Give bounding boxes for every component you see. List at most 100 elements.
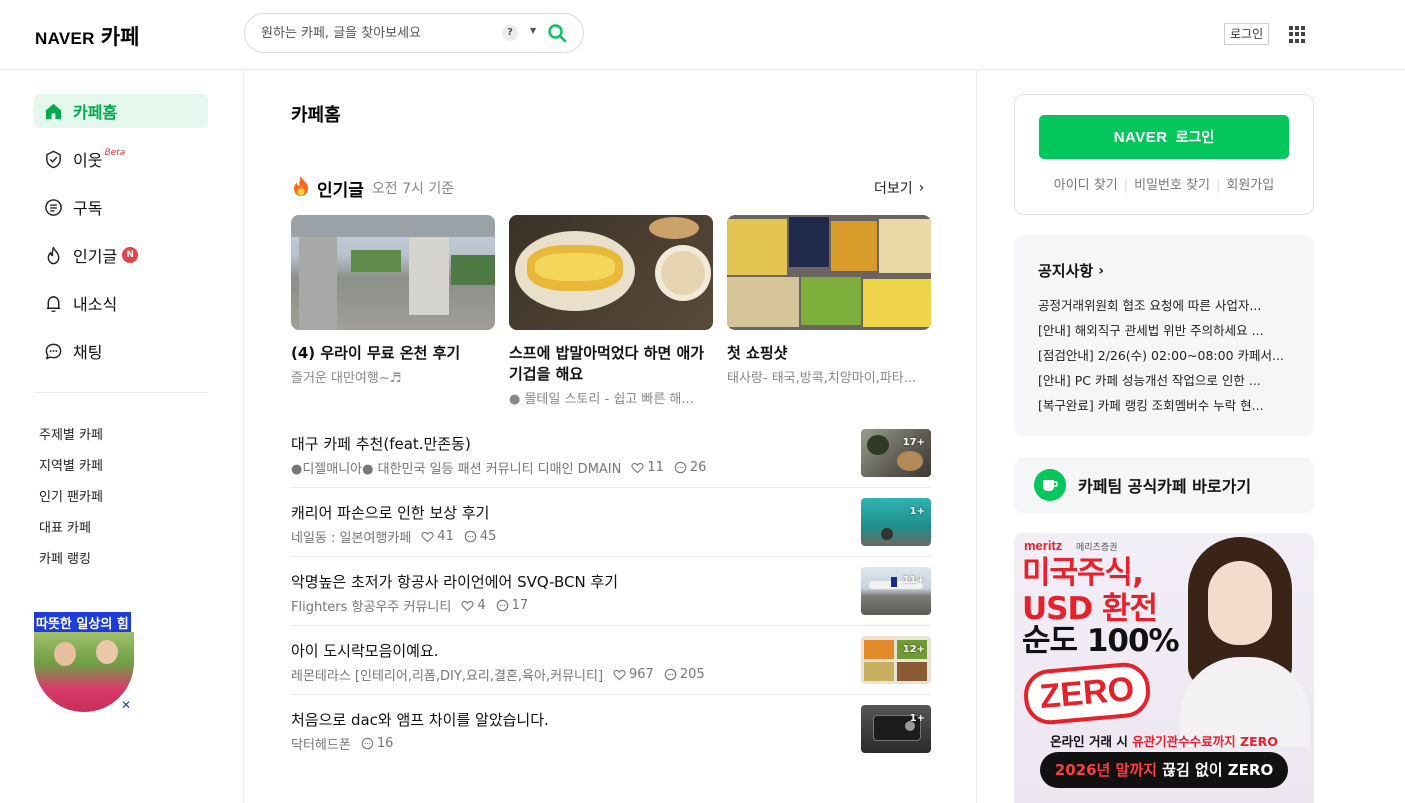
heart-icon bbox=[631, 462, 644, 473]
link-fan-cafes[interactable]: 인기 팬카페 bbox=[39, 486, 103, 505]
sidebar-ad-label[interactable]: 따뜻한 일상의 힘 bbox=[34, 612, 131, 633]
naver-cafe-logo[interactable]: NAVER 카페 bbox=[35, 21, 139, 51]
comment-icon bbox=[674, 461, 687, 474]
link-featured-cafes[interactable]: 대표 카페 bbox=[39, 517, 91, 536]
article-title[interactable]: 처음으로 dac와 앰프 차이를 알았습니다. bbox=[291, 709, 549, 730]
image-count: 1+ bbox=[909, 713, 925, 724]
like-count: 41 bbox=[421, 529, 454, 544]
sidebar-ad-image[interactable] bbox=[34, 632, 134, 712]
heart-icon bbox=[613, 669, 626, 680]
ad-brand-sub: 메리츠증권 bbox=[1076, 543, 1118, 553]
card-title[interactable]: (4) 우라이 무료 온천 후기 bbox=[291, 343, 495, 364]
article-thumbnail[interactable]: 11+ bbox=[861, 567, 931, 615]
ad-pill-rest: 끊김 없이 ZERO bbox=[1156, 761, 1274, 779]
article-thumbnail[interactable]: 1+ bbox=[861, 705, 931, 753]
article-row[interactable]: 처음으로 dac와 앰프 차이를 알았습니다. 닥터헤드폰 16 1+ bbox=[291, 695, 931, 764]
notice-item[interactable]: [복구완료] 카페 랭킹 조회멤버수 누락 현... bbox=[1038, 395, 1290, 414]
nav-my-news[interactable]: 내소식 bbox=[34, 286, 208, 320]
nav-subscribe[interactable]: 구독 bbox=[34, 190, 208, 224]
ad-pill: 2026년 말까지 끊김 없이 ZERO bbox=[1040, 752, 1288, 788]
article-thumbnail[interactable]: 1+ bbox=[861, 498, 931, 546]
card-thumbnail[interactable] bbox=[509, 215, 713, 330]
ad-zero-badge: ZERO bbox=[1021, 660, 1153, 727]
article-row[interactable]: 아이 도시락모음이예요. 레몬테라스 [인테리어,리폼,DIY,요리,결혼,육아… bbox=[291, 626, 931, 695]
notice-title[interactable]: 공지사항 › bbox=[1038, 260, 1104, 281]
apps-grid-icon[interactable] bbox=[1289, 26, 1306, 43]
article-title[interactable]: 대구 카페 추천(feat.만존동) bbox=[291, 433, 471, 454]
article-meta: 네일동 : 일본여행카페 41 45 bbox=[291, 527, 496, 546]
notice-item[interactable]: [안내] PC 카페 성능개선 작업으로 인한 ... bbox=[1038, 370, 1290, 389]
like-count: 11 bbox=[631, 460, 664, 475]
search-input[interactable] bbox=[261, 23, 491, 43]
card-thumbnail[interactable] bbox=[727, 215, 931, 330]
notice-title-text: 공지사항 bbox=[1038, 262, 1094, 280]
more-link[interactable]: 더보기 › bbox=[874, 178, 924, 198]
ad-headline-3: 순도 100% bbox=[1022, 623, 1180, 659]
like-count: 967 bbox=[613, 667, 654, 682]
search-icon[interactable] bbox=[547, 23, 567, 47]
page-title: 카페홈 bbox=[291, 105, 341, 126]
nav-popular[interactable]: 인기글 N bbox=[34, 238, 208, 272]
ad-banner[interactable]: meritz 메리츠증권 미국주식, USD 환전 순도 100% ZERO 온… bbox=[1014, 533, 1314, 803]
image-count: 11+ bbox=[902, 575, 925, 586]
main-content: 카페홈 인기글 오전 7시 기준 더보기 › (4) 우라이 무료 온천 후기 … bbox=[245, 70, 977, 803]
notice-item[interactable]: 공정거래위원회 협조 요청에 따른 사업자... bbox=[1038, 295, 1290, 314]
article-row[interactable]: 대구 카페 추천(feat.만존동) ●디젤매니아● 대한민국 일등 패션 커뮤… bbox=[291, 419, 931, 488]
image-count: 17+ bbox=[902, 437, 925, 448]
naver-login-button[interactable]: NAVER 로그인 bbox=[1039, 115, 1289, 159]
article-thumbnail[interactable]: 12+ bbox=[861, 636, 931, 684]
left-sidebar: 카페홈 이웃 Beta 구독 인기글 N 내소식 채팅 주제별 카페 지역별 카… bbox=[0, 70, 244, 803]
article-cafe-name[interactable]: Flighters 항공우주 커뮤니티 bbox=[291, 596, 451, 615]
signup-link[interactable]: 회원가입 bbox=[1226, 178, 1274, 193]
nav-neighbors[interactable]: 이웃 Beta bbox=[34, 142, 208, 176]
article-cafe-name[interactable]: ●디젤매니아● 대한민국 일등 패션 커뮤니티 디매인 DMAIN bbox=[291, 458, 621, 477]
notice-item[interactable]: [점검안내] 2/26(수) 02:00~08:00 카페서... bbox=[1038, 345, 1290, 364]
popular-card[interactable]: 스프에 밥말아먹었다 하면 애가 기겁을 해요 ● 몰테일 스토리 - 쉽고 빠… bbox=[509, 215, 713, 407]
article-title[interactable]: 캐리어 파손으로 인한 보상 후기 bbox=[291, 502, 489, 523]
find-password-link[interactable]: 비밀번호 찾기 bbox=[1134, 178, 1210, 193]
article-row[interactable]: 악명높은 초저가 항공사 라이언에어 SVQ-BCN 후기 Flighters … bbox=[291, 557, 931, 626]
card-thumbnail[interactable] bbox=[291, 215, 495, 330]
home-icon bbox=[43, 101, 63, 121]
link-cafe-ranking[interactable]: 카페 랭킹 bbox=[39, 548, 91, 567]
article-cafe-name[interactable]: 네일동 : 일본여행카페 bbox=[291, 527, 411, 546]
article-thumbnail[interactable]: 17+ bbox=[861, 429, 931, 477]
link-topic-cafes[interactable]: 주제별 카페 bbox=[39, 424, 103, 443]
nav-chat[interactable]: 채팅 bbox=[34, 334, 208, 368]
help-icon[interactable]: ? bbox=[502, 25, 518, 41]
ad-headline-2: USD 환전 bbox=[1022, 591, 1158, 627]
link-region-cafes[interactable]: 지역별 카페 bbox=[39, 455, 103, 474]
notice-item[interactable]: [안내] 해외직구 관세법 위반 주의하세요 ... bbox=[1038, 320, 1290, 339]
card-cafe-name[interactable]: 태사랑- 태국,방콕,치앙마이,파타... bbox=[727, 367, 931, 386]
image-count: 12+ bbox=[902, 644, 925, 655]
logo-brand: NAVER bbox=[35, 29, 95, 48]
top-header: NAVER 카페 ? ▼ 로그인 bbox=[0, 0, 1405, 70]
find-id-link[interactable]: 아이디 찾기 bbox=[1054, 178, 1118, 193]
article-meta: ●디젤매니아● 대한민국 일등 패션 커뮤니티 디매인 DMAIN 11 26 bbox=[291, 458, 706, 477]
comment-count: 45 bbox=[464, 529, 496, 544]
ad-close-icon[interactable]: ✕ bbox=[121, 698, 131, 712]
card-title[interactable]: 스프에 밥말아먹었다 하면 애가 기겁을 해요 bbox=[509, 343, 713, 385]
ad-caption-highlight: 유관기관수수료까지 ZERO bbox=[1132, 734, 1278, 749]
chat-icon bbox=[43, 341, 63, 361]
article-title[interactable]: 아이 도시락모음이예요. bbox=[291, 640, 439, 661]
article-meta: Flighters 항공우주 커뮤니티 4 17 bbox=[291, 596, 528, 615]
card-title[interactable]: 첫 쇼핑샷 bbox=[727, 343, 931, 364]
card-cafe-name[interactable]: ● 몰테일 스토리 - 쉽고 빠른 해... bbox=[509, 388, 713, 407]
cafe-team-link[interactable]: 카페팀 공식카페 바로가기 bbox=[1014, 457, 1314, 513]
caret-down-icon[interactable]: ▼ bbox=[530, 26, 536, 35]
login-panel: NAVER 로그인 아이디 찾기 | 비밀번호 찾기 | 회원가입 bbox=[1014, 94, 1314, 215]
notice-panel: 공지사항 › 공정거래위원회 협조 요청에 따른 사업자... [안내] 해외직… bbox=[1014, 235, 1314, 436]
card-cafe-name[interactable]: 즐거운 대만여행~♬ bbox=[291, 367, 495, 386]
article-cafe-name[interactable]: 레몬테라스 [인테리어,리폼,DIY,요리,결혼,육아,커뮤니티] bbox=[291, 665, 603, 684]
article-title[interactable]: 악명높은 초저가 항공사 라이언에어 SVQ-BCN 후기 bbox=[291, 571, 618, 592]
popular-card[interactable]: (4) 우라이 무료 온천 후기 즐거운 대만여행~♬ bbox=[291, 215, 495, 386]
popular-card[interactable]: 첫 쇼핑샷 태사랑- 태국,방콕,치앙마이,파타... bbox=[727, 215, 931, 386]
nav-cafe-home[interactable]: 카페홈 bbox=[34, 94, 208, 128]
article-row[interactable]: 캐리어 파손으로 인한 보상 후기 네일동 : 일본여행카페 41 45 1+ bbox=[291, 488, 931, 557]
bell-icon bbox=[43, 293, 63, 313]
ad-caption-prefix: 온라인 거래 시 bbox=[1050, 734, 1133, 749]
header-login-button[interactable]: 로그인 bbox=[1224, 23, 1270, 45]
ad-caption: 온라인 거래 시 유관기관수수료까지 ZERO bbox=[1014, 731, 1314, 750]
article-cafe-name[interactable]: 닥터헤드폰 bbox=[291, 734, 351, 753]
